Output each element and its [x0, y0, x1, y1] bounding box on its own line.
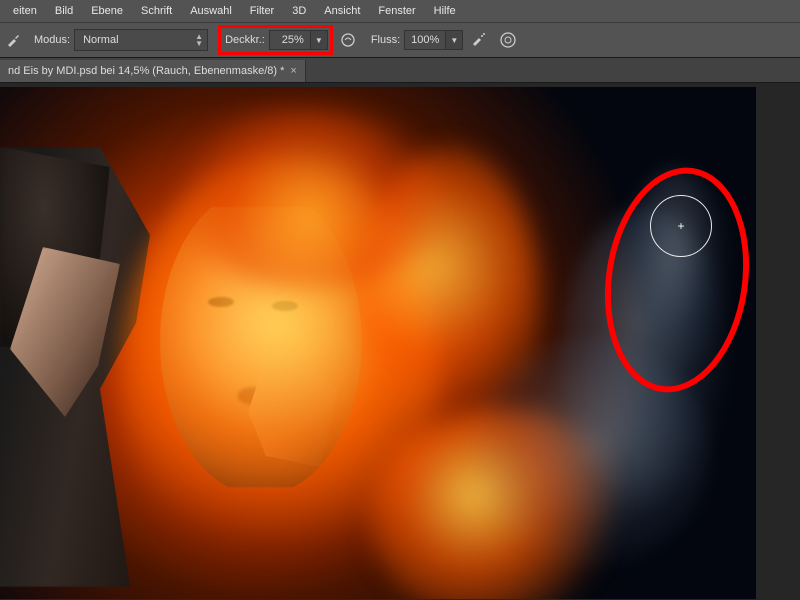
modus-label: Modus: [34, 34, 70, 46]
document-tab-title: nd Eis by MDI.psd bei 14,5% (Rauch, Eben… [8, 65, 284, 77]
document-tab[interactable]: nd Eis by MDI.psd bei 14,5% (Rauch, Eben… [0, 60, 306, 82]
flow-label: Fluss: [371, 34, 400, 46]
menu-item-filter[interactable]: Filter [241, 0, 283, 22]
document-tab-bar: nd Eis by MDI.psd bei 14,5% (Rauch, Eben… [0, 58, 800, 83]
menu-item-help[interactable]: Hilfe [425, 0, 465, 22]
menu-item-edit[interactable]: eiten [4, 0, 46, 22]
opacity-label: Deckkr.: [225, 34, 265, 46]
pressure-opacity-icon[interactable] [339, 31, 357, 49]
chevron-down-icon[interactable]: ▼ [310, 31, 327, 49]
menu-item-image[interactable]: Bild [46, 0, 82, 22]
brush-tool-icon [6, 33, 20, 47]
opacity-field[interactable]: 25% ▼ [269, 30, 328, 50]
flow-field[interactable]: 100% ▼ [404, 30, 463, 50]
modus-value: Normal [83, 34, 118, 46]
opacity-group-highlighted: Deckkr.: 25% ▼ [218, 25, 333, 55]
opacity-value: 25% [270, 34, 310, 46]
document-canvas[interactable]: + [0, 87, 756, 599]
airbrush-icon[interactable] [469, 31, 487, 49]
menu-item-3d[interactable]: 3D [283, 0, 315, 22]
menu-item-window[interactable]: Fenster [369, 0, 424, 22]
menu-bar: eiten Bild Ebene Schrift Auswahl Filter … [0, 0, 800, 23]
canvas-area: + [0, 83, 800, 600]
menu-item-layer[interactable]: Ebene [82, 0, 132, 22]
menu-item-view[interactable]: Ansicht [315, 0, 369, 22]
menu-item-select[interactable]: Auswahl [181, 0, 241, 22]
menu-item-type[interactable]: Schrift [132, 0, 181, 22]
dropdown-arrows-icon: ▲▼ [195, 33, 203, 47]
modus-dropdown[interactable]: Normal ▲▼ [74, 29, 208, 51]
chevron-down-icon[interactable]: ▼ [445, 31, 462, 49]
tool-option-bar: Modus: Normal ▲▼ Deckkr.: 25% ▼ Fluss: 1… [0, 23, 800, 58]
close-icon[interactable]: × [290, 65, 296, 77]
pressure-size-icon[interactable] [499, 31, 517, 49]
artwork-flame-top [170, 107, 450, 287]
flow-value: 100% [405, 34, 445, 46]
